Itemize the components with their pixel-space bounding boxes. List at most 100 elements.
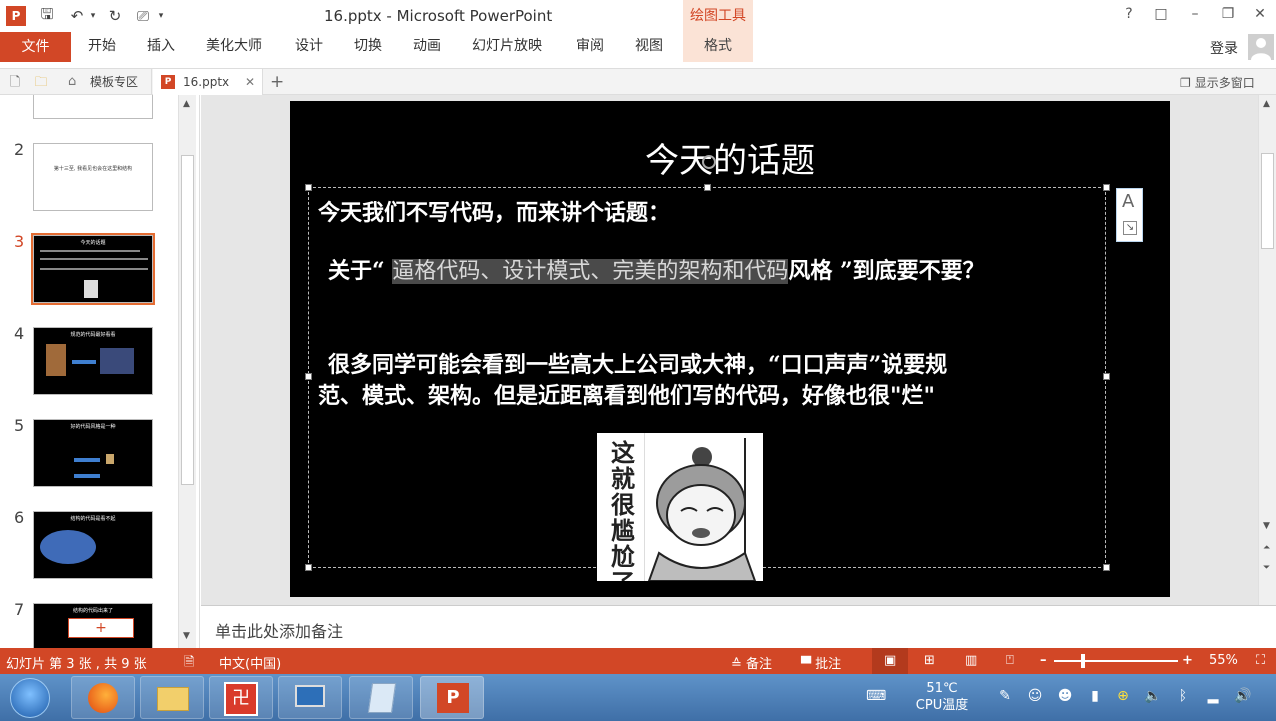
tab-insert[interactable]: 插入 [147,32,175,62]
tab-animations[interactable]: 动画 [413,32,441,62]
network-icon[interactable]: ▂ [1204,688,1222,706]
slide-title[interactable]: 今天的话题 [290,133,1170,182]
save-icon[interactable]: 🖫 [36,5,58,26]
slide-canvas[interactable]: 今天的话题 今天我们不写代码，而来讲个话题： 关于“ 逼格代码、设计模式、完美的… [290,101,1170,597]
open-folder-icon[interactable]: 🗀 [32,73,50,91]
notes-pane[interactable]: 单击此处添加备注 [201,605,1276,648]
editor-scrollbar[interactable]: ▲ ▼ ⏶ ⏷ [1258,95,1276,605]
keyboard-icon[interactable]: ⌨ [866,688,886,706]
resize-handle[interactable] [305,373,312,380]
taskbar-powerpoint[interactable]: P [420,676,484,719]
taskbar-notepad[interactable] [349,676,413,719]
format-shape-pane-button[interactable]: A ↘ [1116,188,1143,242]
tab-view[interactable]: 视图 [635,32,663,62]
scroll-down-icon[interactable]: ▼ [1263,521,1270,531]
scroll-up-icon[interactable]: ▲ [1263,99,1270,109]
login-link[interactable]: 登录 [1210,38,1238,58]
show-multi-window-button[interactable]: ❐ 显示多窗口 [1180,74,1255,91]
tab-design[interactable]: 设计 [295,32,323,62]
rotate-handle-icon[interactable] [702,155,716,169]
taskbar-remote-desktop[interactable] [278,676,342,719]
fit-to-window-icon[interactable]: ⛶ [1256,653,1265,668]
multi-window-icon: ❐ [1180,76,1191,90]
slide-thumbnail-1[interactable] [33,95,153,119]
scroll-up-icon[interactable]: ▲ [183,99,190,109]
slide-thumbnail-7[interactable]: 结构的代码出来了 + [33,603,153,648]
battery-icon[interactable]: ▮ [1086,688,1104,706]
resize-handle[interactable] [1103,564,1110,571]
windows-taskbar: 卍 P ⌨ 51℃ CPU温度 ✎ ☺ ☻ ▮ ⊕ 🔈 ᛒ ▂ 🔊 [0,674,1276,721]
tab-beautify-master[interactable]: 美化大师 [206,32,262,62]
comments-toggle-button[interactable]: ▀ 批注 [801,653,841,672]
speaker-muted-icon[interactable]: 🔈 [1144,688,1162,706]
zoom-out-button[interactable]: – [1040,653,1047,668]
bluetooth-icon[interactable]: ᛒ [1174,688,1192,706]
scrollbar-thumb[interactable] [1261,153,1274,249]
start-button-icon[interactable] [10,678,50,718]
monitor-icon [295,685,325,707]
new-file-icon[interactable]: 🗋 [6,73,24,91]
tab-file[interactable]: 文件 [0,32,71,62]
powerpoint-logo-icon[interactable]: P [6,6,26,26]
resize-handle[interactable] [305,564,312,571]
slideshow-view-icon[interactable]: ⍞ [1006,653,1014,668]
resize-handle[interactable] [704,184,711,191]
language-indicator[interactable]: 中文(中国) [219,653,281,672]
slide-thumbnail-5[interactable]: 好的代码风格是一种 [33,419,153,487]
tab-format[interactable]: 格式 [683,32,753,62]
security-icon[interactable]: ⊕ [1114,688,1132,706]
taskbar-explorer[interactable] [140,676,204,719]
zoom-in-button[interactable]: + [1182,653,1193,668]
close-tab-icon[interactable]: ✕ [245,69,255,95]
help-icon[interactable]: ? [1116,6,1142,26]
tab-transitions[interactable]: 切换 [354,32,382,62]
slide-thumbnail-3[interactable]: 今天的话题 [33,235,153,303]
tab-template-zone[interactable]: ⌂ 模板专区 [58,69,152,95]
cpu-temperature[interactable]: 51℃ CPU温度 [912,680,972,714]
restore-button[interactable]: ❐ [1215,6,1241,26]
tab-home[interactable]: 开始 [88,32,116,62]
zoom-slider-knob[interactable] [1081,654,1086,668]
notes-toggle-button[interactable]: ≙ 备注 [731,653,772,672]
tab-review[interactable]: 审阅 [576,32,604,62]
slide-thumbnail-6[interactable]: 结构的代码是看不起 [33,511,153,579]
qq-icon[interactable]: ☺ [1026,688,1044,706]
minimize-button[interactable]: – [1182,6,1208,26]
resize-handle[interactable] [1103,184,1110,191]
slide-thumbnail-2[interactable]: 第十三至, 我看见也会在这里和结构 [33,143,153,211]
slide-thumbnail-4[interactable]: 规范的代码最好看看 [33,327,153,395]
comment-icon: ▀ [801,657,816,672]
normal-view-button[interactable]: ▣ [872,648,908,674]
user-avatar-icon[interactable] [1248,34,1274,60]
next-slide-icon[interactable]: ⏷ [1263,563,1270,573]
scroll-down-icon[interactable]: ▼ [183,631,190,641]
customize-qat-icon[interactable]: ▾ [154,6,168,26]
volume-icon[interactable]: 🔊 [1234,688,1252,706]
spell-check-icon[interactable]: 🗎 [184,653,194,675]
new-tab-button[interactable]: + [270,69,284,95]
resize-handle[interactable] [305,184,312,191]
slide-text-line: 范、模式、架构。但是近距离看到他们写的代码，好像也很"烂" [318,383,935,409]
taskbar-app[interactable]: 卍 [209,676,273,719]
zoom-level[interactable]: 55% [1209,653,1238,668]
tab-16-pptx[interactable]: P 16.pptx ✕ [153,69,263,95]
redo-icon[interactable]: ↻ [104,6,126,26]
tab-slideshow[interactable]: 幻灯片放映 [472,32,542,62]
slide-sorter-view-icon[interactable]: ⊞ [924,653,935,668]
slideshow-from-start-icon[interactable]: ⎚ [132,6,154,26]
meme-image[interactable]: 这 就 很 尴 尬 了 [597,433,763,581]
drawing-tools-context-label: 绘图工具 [683,0,753,32]
resize-handle[interactable] [1103,373,1110,380]
ribbon-display-options-icon[interactable]: □ [1148,6,1174,26]
thumbnail-scrollbar[interactable]: ▲ ▼ [178,95,196,648]
reading-view-icon[interactable]: ▥ [965,653,977,668]
undo-icon[interactable]: ↶ [66,6,88,26]
pen-tray-icon[interactable]: ✎ [996,688,1014,706]
previous-slide-icon[interactable]: ⏶ [1263,543,1270,553]
zoom-slider-track[interactable] [1054,660,1178,662]
taskbar-firefox[interactable] [71,676,135,719]
close-button[interactable]: ✕ [1247,6,1273,26]
user-tray-icon[interactable]: ☻ [1056,688,1074,706]
undo-dropdown-icon[interactable]: ▾ [88,6,98,26]
scrollbar-thumb[interactable] [181,155,194,485]
